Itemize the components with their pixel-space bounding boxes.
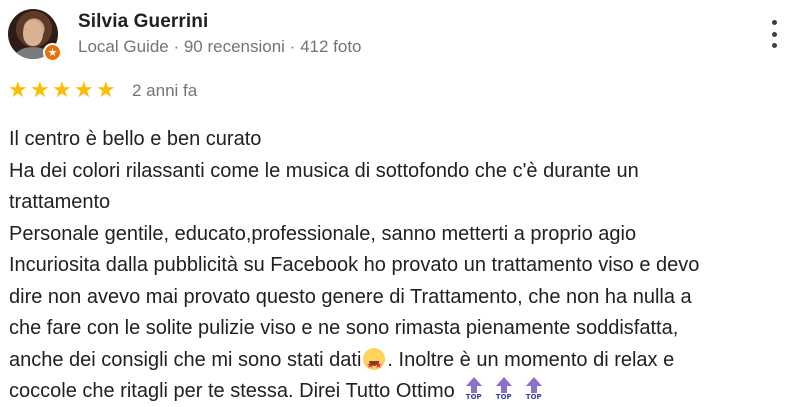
review-text-segment: . Inoltre è un momento di relax e [387, 348, 675, 371]
review-date: 2 anni fa [132, 81, 198, 100]
more-vert-icon-dot [771, 20, 777, 25]
review-line: Incuriosita dalla pubblicità su Facebook… [9, 254, 700, 276]
author-avatar[interactable]: ★ [8, 9, 62, 62]
top-arrow-icon: TOP [493, 377, 515, 403]
star-rating: ★ ★ ★ ★ ★ [8, 80, 118, 102]
star-icon: ★ [30, 78, 50, 103]
review-text-segment: anche dei consigli che mi sono stati dat… [9, 348, 362, 371]
author-name[interactable]: Silvia Guerrini [78, 11, 208, 33]
star-icon: ★ [96, 78, 116, 103]
review-line: trattamento [9, 191, 111, 213]
review-line: Il centro è bello e ben curato [9, 128, 262, 150]
review-card: ★ Silvia Guerrini Local Guide · 90 recen… [0, 0, 797, 407]
review-line: Ha dei colori rilassanti come le musica … [9, 159, 639, 182]
review-line: Personale gentile, educato,professionale… [9, 222, 637, 245]
more-options-button[interactable] [764, 18, 784, 50]
star-icon: ★ [8, 78, 28, 103]
top-arrow-icon: TOP [463, 377, 485, 403]
author-meta: Local Guide · 90 recensioni · 412 foto [78, 37, 362, 56]
review-line: che fare con le solite pulizie viso e ne… [9, 317, 679, 339]
more-vert-icon-dot [771, 43, 777, 48]
top-icon-label: TOP [525, 393, 542, 401]
review-text: Il centro è bello e ben curato Ha dei col… [9, 124, 789, 407]
top-icon-label: TOP [465, 393, 482, 401]
review-line: dire non avevo mai provato questo genere… [9, 285, 692, 308]
more-vert-icon-dot [771, 31, 777, 37]
star-icon: ★ [74, 78, 94, 103]
review-text-segment: coccole che ritagli per te stessa. Direi… [9, 380, 455, 402]
top-arrow-icon: TOP [523, 377, 545, 403]
star-icon: ★ [52, 78, 72, 103]
review-line: coccole che ritagli per te stessa. Direi… [9, 376, 789, 407]
rating-row: ★ ★ ★ ★ ★ 2 anni fa [8, 80, 197, 102]
review-line: anche dei consigli che mi sono stati dat… [9, 345, 789, 382]
star-struck-emoji-icon [363, 347, 386, 382]
local-guide-badge-icon: ★ [43, 43, 62, 62]
top-icon-label: TOP [495, 393, 512, 401]
